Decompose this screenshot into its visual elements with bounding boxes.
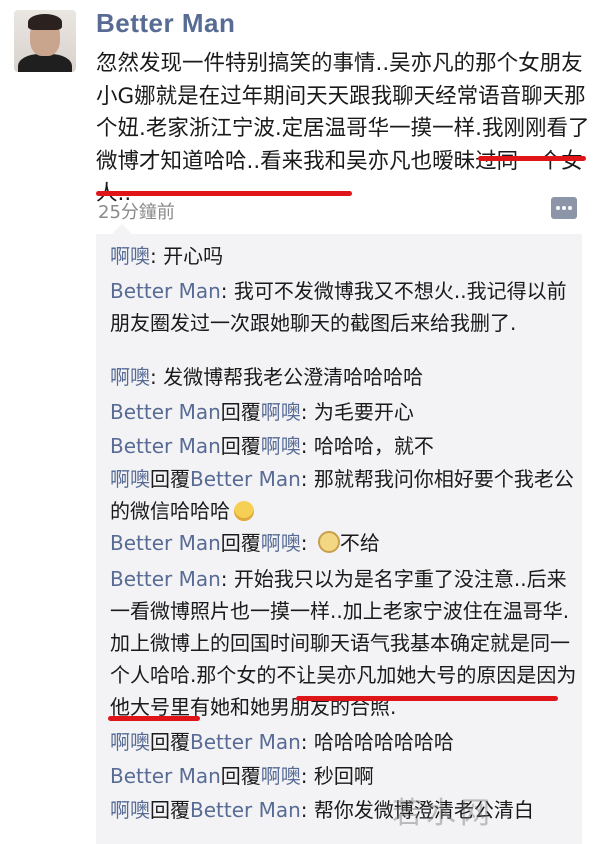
comment-colon: :: [300, 467, 314, 491]
comment-item: Better Man回覆啊噢: 为毛要开心: [110, 396, 580, 428]
comment-item: 啊噢回覆Better Man: 那就帮我问你相好要个我老公的微信哈哈哈: [110, 463, 580, 527]
comment-colon: :: [300, 798, 314, 822]
comment-colon: :: [220, 279, 234, 303]
comment-text: 秒回啊: [313, 764, 374, 788]
highlight-underline: [96, 191, 352, 196]
comment-item: Better Man回覆啊噢: 哈哈哈，就不: [110, 430, 580, 462]
comment-item: Better Man回覆啊噢: 不给: [110, 527, 580, 559]
avatar-shirt: [18, 54, 72, 72]
comment-text: 哈哈哈，就不: [313, 434, 434, 458]
reply-target[interactable]: 啊噢: [261, 434, 301, 458]
comment-author[interactable]: Better Man: [110, 400, 221, 424]
reply-target[interactable]: Better Man: [190, 798, 301, 822]
comment-item: Better Man回覆啊噢: 秒回啊: [110, 760, 580, 792]
reply-label: 回覆: [220, 434, 261, 458]
comment-author[interactable]: Better Man: [110, 567, 221, 591]
reply-label: 回覆: [150, 730, 190, 754]
comment-author[interactable]: 啊噢: [110, 365, 150, 389]
reply-target[interactable]: 啊噢: [261, 531, 301, 555]
comment-text: 发微博帮我老公澄清哈哈哈哈: [163, 365, 424, 389]
highlight-underline: [478, 156, 586, 161]
comment-author[interactable]: 啊噢: [110, 467, 150, 491]
author-avatar[interactable]: [14, 10, 76, 72]
reply-target[interactable]: Better Man: [190, 730, 301, 754]
comment-author[interactable]: 啊噢: [110, 244, 150, 268]
comment-author[interactable]: 啊噢: [110, 798, 150, 822]
reply-label: 回覆: [220, 400, 261, 424]
comment-colon: :: [300, 400, 314, 424]
reply-target[interactable]: 啊噢: [261, 764, 301, 788]
comment-author[interactable]: Better Man: [110, 434, 221, 458]
reply-label: 回覆: [150, 467, 190, 491]
post-timestamp: 25分鐘前: [98, 202, 175, 223]
comment-author[interactable]: Better Man: [110, 279, 221, 303]
comment-colon: :: [150, 365, 164, 389]
comment-colon: :: [300, 531, 314, 555]
comment-item: 啊噢回覆Better Man: 哈哈哈哈哈哈哈: [110, 726, 580, 758]
comment-author[interactable]: Better Man: [110, 764, 221, 788]
comment-author[interactable]: 啊噢: [110, 730, 150, 754]
comment-colon: :: [150, 244, 164, 268]
reply-label: 回覆: [220, 764, 261, 788]
comment-colon: :: [300, 434, 314, 458]
comment-bubble-icon[interactable]: [551, 197, 577, 219]
cute-emoji-icon: [317, 531, 340, 553]
reply-label: 回覆: [150, 798, 190, 822]
comment-colon: :: [300, 730, 314, 754]
smile-emoji-icon: [234, 501, 254, 521]
reply-target[interactable]: Better Man: [190, 467, 301, 491]
comment-text: 开心吗: [163, 244, 224, 268]
post-author-name[interactable]: Better Man: [96, 8, 235, 39]
highlight-underline: [108, 716, 200, 721]
reply-target[interactable]: 啊噢: [261, 400, 301, 424]
post-text: 忽然发现一件特别搞笑的事情..吴亦凡的那个女朋友小G娜就是在过年期间天天跟我聊天…: [96, 51, 590, 206]
comment-item: 啊噢: 开心吗: [110, 240, 580, 272]
comment-text: 不给: [339, 531, 380, 555]
comment-item: 啊噢回覆Better Man: 帮你发微博澄清老公清白: [110, 794, 580, 826]
comment-colon: :: [220, 567, 234, 591]
comment-author[interactable]: Better Man: [110, 531, 221, 555]
watermark: 若水网: [392, 796, 494, 831]
comment-item: 啊噢: 发微博帮我老公澄清哈哈哈哈: [110, 361, 580, 393]
comment-text: 哈哈哈哈哈哈哈: [313, 730, 454, 754]
comment-text: 为毛要开心: [313, 400, 414, 424]
highlight-underline: [296, 696, 558, 701]
comment-item: Better Man: 我可不发微博我又不想火..我记得以前朋友圈发过一次跟她聊…: [110, 275, 580, 339]
avatar-hair: [28, 14, 62, 30]
reply-label: 回覆: [220, 531, 261, 555]
comment-colon: :: [300, 764, 314, 788]
